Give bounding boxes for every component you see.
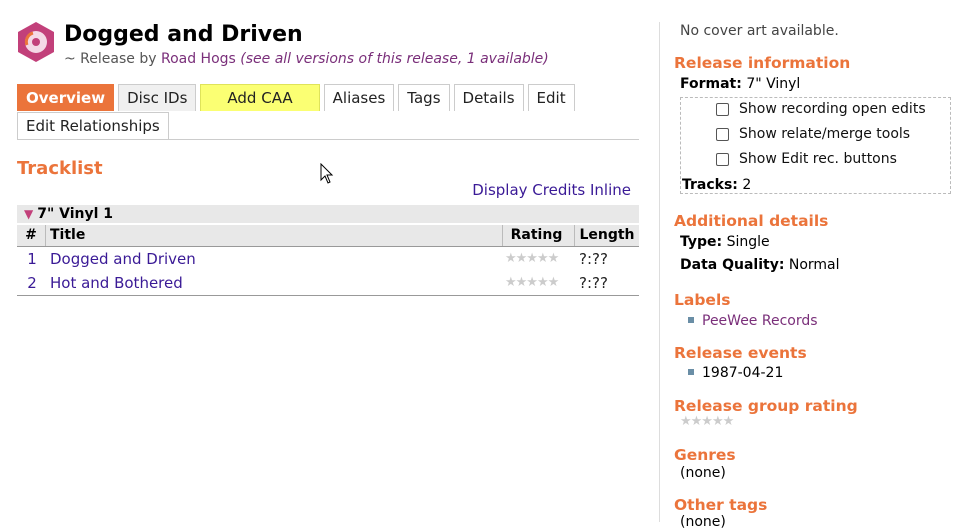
checkbox[interactable]: [716, 127, 729, 141]
release-event-date: 1987-04-21: [702, 365, 784, 381]
disc-header[interactable]: ▼ 7" Vinyl 1: [17, 205, 639, 224]
release-subtitle: ~ Release by Road Hogs (see all versions…: [64, 51, 549, 67]
format-label: Format:: [680, 76, 742, 92]
format-line: Format: 7" Vinyl: [680, 76, 800, 92]
labels-heading: Labels: [674, 291, 731, 309]
genres-value: (none): [680, 465, 726, 481]
column-title: Title: [46, 225, 503, 246]
table-row: 2 Hot and Bothered ★★★★★ ?:??: [17, 271, 639, 295]
page-title: Dogged and Driven: [64, 22, 303, 47]
type-label: Type:: [680, 234, 723, 250]
column-number: #: [17, 225, 46, 246]
release-group-rating-stars[interactable]: ★★★★★: [680, 414, 734, 429]
tracks-label: Tracks:: [682, 177, 738, 193]
data-quality-label: Data Quality:: [680, 257, 785, 273]
table-row: 1 Dogged and Driven ★★★★★ ?:??: [17, 247, 639, 271]
subtitle-prefix: ~ Release by: [64, 51, 157, 67]
tab-disc-ids[interactable]: Disc IDs: [118, 84, 197, 111]
track-title-link[interactable]: Dogged and Driven: [50, 247, 196, 271]
track-length: ?:??: [579, 250, 608, 268]
release-events-heading: Release events: [674, 344, 807, 362]
label-list-item: PeeWee Records: [688, 313, 818, 329]
tab-add-caa[interactable]: Add CAA: [200, 84, 320, 111]
checkbox[interactable]: [716, 152, 729, 166]
other-tags-value: (none): [680, 514, 726, 530]
column-length: Length: [579, 227, 635, 243]
tab-edit[interactable]: Edit: [527, 84, 575, 111]
cover-art-note: No cover art available.: [680, 23, 839, 39]
bullet-icon: [688, 317, 694, 323]
release-information-heading: Release information: [674, 54, 851, 72]
column-rating: Rating: [499, 225, 575, 246]
rating-stars[interactable]: ★★★★★: [505, 271, 559, 295]
genres-heading: Genres: [674, 446, 736, 464]
option-label: Show relate/merge tools: [739, 126, 911, 142]
format-value: 7" Vinyl: [746, 76, 801, 92]
tab-bar: Overview Disc IDs Add CAA Aliases Tags D…: [17, 84, 579, 112]
mouse-cursor-icon: [320, 163, 334, 184]
disc-label: 7" Vinyl 1: [37, 206, 114, 222]
tracks-value: 2: [742, 177, 752, 193]
label-link[interactable]: PeeWee Records: [702, 313, 818, 329]
table-header: # Title Rating Length: [17, 225, 639, 247]
table-bottom-border: [17, 295, 639, 296]
tab-overview[interactable]: Overview: [17, 84, 115, 111]
type-line: Type: Single: [680, 234, 770, 250]
data-quality-value: Normal: [788, 257, 840, 273]
tab-tags[interactable]: Tags: [398, 84, 450, 111]
tracklist-heading: Tracklist: [17, 158, 103, 179]
tab-aliases[interactable]: Aliases: [323, 84, 395, 111]
tracks-line: Tracks: 2: [682, 177, 751, 193]
track-number-link[interactable]: 2: [17, 271, 47, 295]
checkbox[interactable]: [716, 102, 729, 116]
release-group-rating-heading: Release group rating: [674, 397, 858, 415]
release-logo-icon: [18, 22, 54, 62]
option-recording-open-edits[interactable]: Show recording open edits: [716, 101, 926, 117]
display-credits-inline-link[interactable]: Display Credits Inline: [472, 181, 631, 199]
bullet-icon: [688, 369, 694, 375]
triangle-down-icon[interactable]: ▼: [24, 207, 33, 221]
tabs-divider: [17, 139, 639, 140]
option-label: Show recording open edits: [739, 101, 926, 117]
artist-link[interactable]: Road Hogs: [161, 51, 236, 67]
track-number-link[interactable]: 1: [17, 247, 47, 271]
tab-edit-relationships[interactable]: Edit Relationships: [17, 112, 169, 139]
rating-stars[interactable]: ★★★★★: [505, 247, 559, 271]
additional-details-heading: Additional details: [674, 212, 829, 230]
release-event-item: 1987-04-21: [688, 365, 783, 381]
option-edit-rec-buttons[interactable]: Show Edit rec. buttons: [716, 151, 897, 167]
option-label: Show Edit rec. buttons: [739, 151, 897, 167]
track-title-link[interactable]: Hot and Bothered: [50, 271, 183, 295]
option-relate-merge-tools[interactable]: Show relate/merge tools: [716, 126, 910, 142]
tab-details[interactable]: Details: [453, 84, 524, 111]
sidebar: No cover art available. Release informat…: [659, 22, 956, 530]
other-tags-heading: Other tags: [674, 496, 768, 514]
versions-link[interactable]: (see all versions of this release, 1 ava…: [240, 51, 548, 67]
tab-bar-second-row: Edit Relationships: [17, 112, 173, 140]
type-value: Single: [726, 234, 770, 250]
data-quality-line: Data Quality: Normal: [680, 257, 840, 273]
track-length: ?:??: [579, 274, 608, 292]
